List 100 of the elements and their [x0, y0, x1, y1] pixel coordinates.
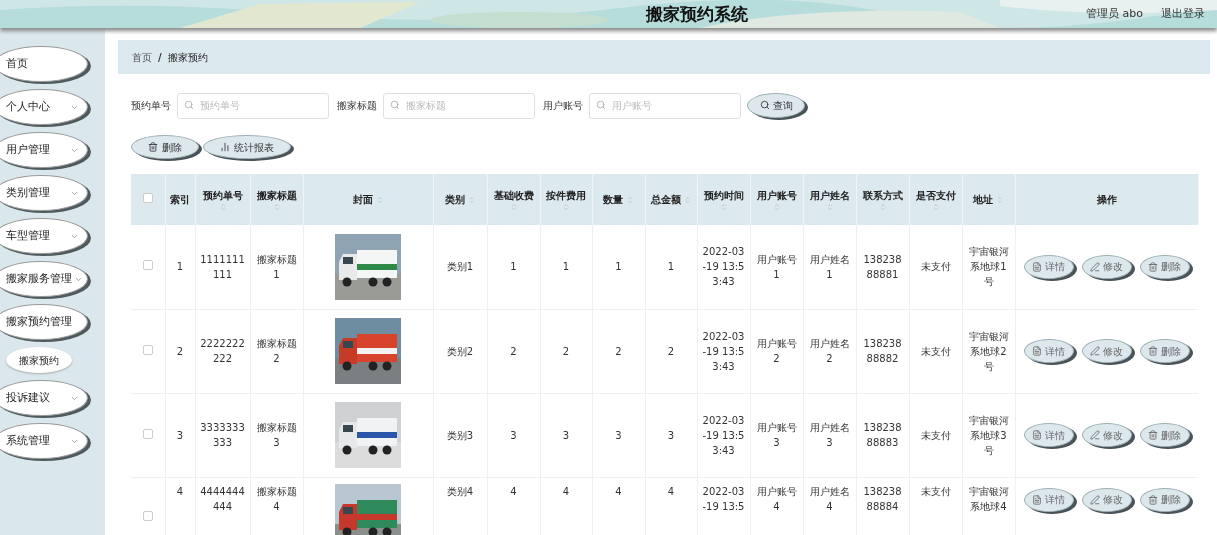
app-title: 搬家预约系统: [646, 5, 749, 23]
column-header[interactable]: 预约单号: [198, 188, 247, 211]
sidebar-item[interactable]: 搬家服务管理: [0, 261, 88, 297]
breadcrumb-link[interactable]: 搬家预约: [167, 49, 208, 65]
sidebar-item[interactable]: 用户管理: [0, 132, 88, 168]
column-header[interactable]: 基础收费: [490, 188, 537, 211]
action-button[interactable]: 详情: [1023, 487, 1074, 512]
table-cell: 2: [615, 345, 622, 357]
action-button[interactable]: 修改: [1081, 423, 1132, 447]
query-button[interactable]: 查询: [747, 92, 805, 118]
document-icon: [1032, 346, 1043, 356]
action-button[interactable]: 修改: [1081, 339, 1132, 363]
document-icon: [1032, 494, 1043, 505]
sort-icon: [683, 195, 692, 204]
table-cell: 搬家标题2: [256, 338, 297, 364]
sort-icon: [772, 203, 781, 211]
sidebar-item[interactable]: 类别管理: [0, 175, 88, 211]
table-cell: 3: [667, 429, 675, 441]
column-header[interactable]: 地址: [973, 192, 1004, 207]
table-cell: 4444444444: [200, 485, 245, 512]
column-header[interactable]: 是否支付: [912, 188, 959, 211]
table-cell: 2: [176, 345, 184, 357]
table-cell: 宇宙银河系地球3号: [968, 414, 1009, 456]
table-cell: 用户姓名3: [809, 422, 850, 448]
action-button[interactable]: 详情: [1023, 423, 1074, 447]
action-button[interactable]: 修改: [1081, 487, 1132, 512]
table-cell: 3333333333: [200, 422, 245, 448]
table-cell: 用户姓名1: [809, 253, 850, 280]
sort-icon: [825, 203, 834, 211]
search-field[interactable]: 搬家标题: [383, 92, 535, 119]
sort-icon: [375, 195, 384, 204]
column-header[interactable]: 封面: [352, 192, 384, 207]
sidebar-item[interactable]: 个人中心: [0, 89, 88, 125]
trash-icon: [1148, 261, 1159, 272]
checkbox[interactable]: [142, 260, 153, 271]
column-header[interactable]: 数量: [603, 192, 634, 207]
column-header: 操作: [1096, 193, 1117, 207]
action-button[interactable]: 删除: [1139, 423, 1190, 447]
sidebar-item[interactable]: 系统管理: [0, 423, 88, 459]
action-button[interactable]: 删除: [1139, 487, 1190, 512]
table-cell: 用户账号4: [756, 485, 797, 512]
logout-link[interactable]: 退出登录: [1161, 5, 1205, 23]
table-cell: 未支付: [920, 485, 951, 497]
table-cell: 未支付: [920, 345, 951, 357]
pen-icon: [1090, 430, 1101, 440]
table-cell: 用户账号3: [756, 422, 797, 448]
action-button[interactable]: 修改: [1081, 254, 1132, 279]
sort-icon: [562, 203, 570, 211]
checkbox[interactable]: [142, 193, 153, 203]
table-cell: 13823888882: [863, 338, 902, 364]
checkbox[interactable]: [142, 428, 153, 439]
table-cell: 类别2: [446, 345, 474, 357]
sidebar-item[interactable]: 首页: [0, 46, 88, 82]
column-header[interactable]: 预约时间: [700, 188, 747, 211]
column-header[interactable]: 用户姓名: [806, 188, 853, 211]
pen-icon: [1090, 346, 1101, 356]
trash-icon: [1148, 494, 1159, 505]
action-button[interactable]: 详情: [1023, 254, 1074, 279]
sidebar-item[interactable]: 搬家预约管理: [0, 304, 88, 340]
table-cell: 4: [615, 485, 622, 497]
action-button[interactable]: 详情: [1023, 339, 1074, 363]
search-label: 预约单号: [131, 98, 171, 113]
pen-icon: [1090, 261, 1101, 272]
sort-icon: [626, 195, 634, 204]
sort-icon: [931, 203, 940, 211]
table-cell: 2: [562, 345, 570, 357]
table-cell: 2022-03-19 13:53:43: [702, 414, 745, 456]
sort-icon: [272, 203, 281, 211]
toolbar-button[interactable]: 删除: [131, 135, 199, 159]
search-field[interactable]: 用户账号: [589, 92, 741, 119]
sidebar-item[interactable]: 车型管理: [0, 218, 88, 254]
column-header[interactable]: 总金额: [650, 192, 692, 207]
table-cell: 2022-03-19 13:53:43: [702, 330, 745, 372]
search-label: 搬家标题: [337, 98, 377, 113]
action-button[interactable]: 删除: [1139, 339, 1190, 363]
action-button[interactable]: 删除: [1139, 254, 1190, 279]
column-header[interactable]: 搬家标题: [253, 188, 300, 211]
column-header: 索引: [170, 193, 190, 207]
column-header[interactable]: 用户账号: [753, 188, 800, 211]
table-cell: 4: [667, 485, 675, 497]
toolbar-button[interactable]: 统计报表: [203, 135, 291, 159]
checkbox[interactable]: [142, 510, 153, 521]
breadcrumb-separator: /: [158, 50, 162, 65]
table-cell: 4: [562, 485, 570, 497]
breadcrumb-link[interactable]: 首页: [132, 49, 152, 65]
table-cell: 用户姓名4: [809, 485, 850, 512]
table-cell: 4: [510, 485, 517, 497]
sidebar-subitem[interactable]: 搬家预约: [6, 347, 72, 373]
admin-username: 管理员 abo: [1086, 5, 1143, 22]
sidebar-item[interactable]: 投诉建议: [0, 380, 88, 416]
table-cell: 1: [615, 261, 622, 273]
search-label: 用户账号: [543, 98, 583, 113]
table-cell: 2: [667, 345, 675, 357]
column-header[interactable]: 联系方式: [859, 188, 906, 211]
column-header[interactable]: 类别: [444, 192, 476, 207]
column-header[interactable]: 按件费用: [543, 188, 589, 211]
search-icon: [184, 100, 194, 110]
checkbox[interactable]: [142, 344, 153, 355]
table-cell: 宇宙银河系地球1号: [968, 246, 1009, 288]
pen-icon: [1090, 494, 1101, 505]
